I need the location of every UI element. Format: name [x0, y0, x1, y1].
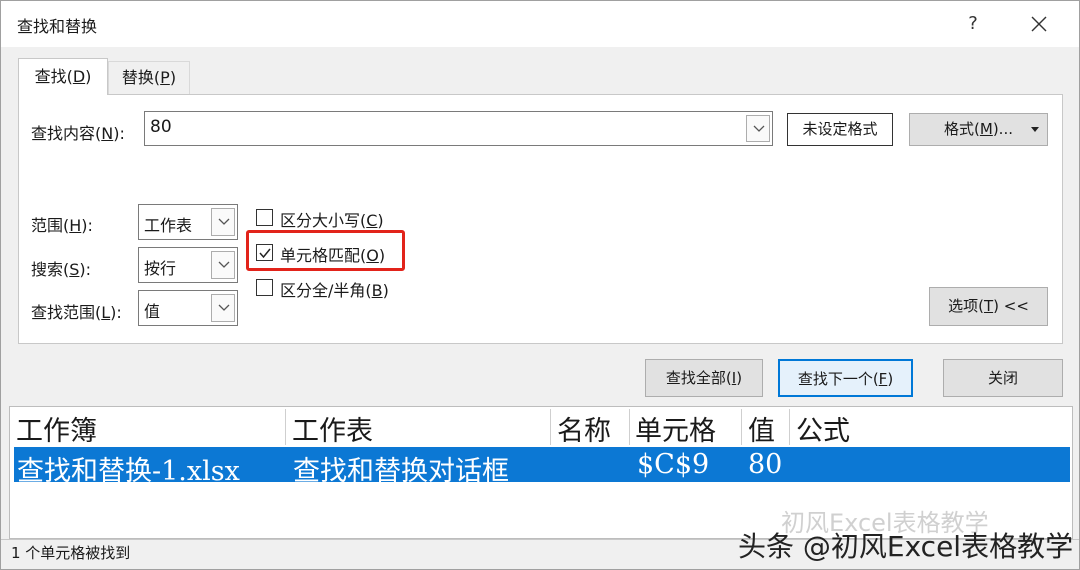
options-button-key: T	[983, 297, 994, 315]
tab-find-end: )	[85, 67, 92, 86]
match-byte-label-text: 区分全/半角(	[280, 281, 372, 300]
match-byte-key: B	[371, 281, 383, 300]
find-all-button[interactable]: 查找全部(I)	[645, 359, 763, 397]
options-button-end: ) <<	[993, 297, 1029, 315]
find-all-end: )	[736, 369, 743, 387]
search-label-text: 搜索(	[31, 260, 70, 279]
column-header-cell[interactable]: 单元格	[635, 409, 716, 448]
dropdown-caret-icon	[1031, 127, 1039, 132]
look-in-label: 查找范围(L):	[31, 299, 122, 323]
format-button[interactable]: 格式(M)...	[909, 113, 1048, 146]
result-sheet: 查找和替换对话框	[293, 456, 509, 487]
watermark: 头条 @初风Excel表格教学	[738, 530, 1074, 563]
column-divider[interactable]	[629, 409, 630, 445]
result-cell: $C$9	[637, 449, 710, 480]
search-label: 搜索(S):	[31, 256, 91, 280]
find-what-input[interactable]: 80	[144, 111, 773, 146]
look-in-label-text: 查找范围(	[31, 303, 102, 322]
look-in-label-end: ):	[110, 303, 122, 322]
tab-replace-key: P	[160, 68, 170, 87]
close-icon	[1031, 16, 1047, 32]
close-button[interactable]: 关闭	[943, 359, 1063, 397]
close-window-button[interactable]	[1019, 10, 1059, 38]
column-header-workbook[interactable]: 工作簿	[16, 409, 97, 448]
find-what-label-text: 查找内容(	[31, 124, 102, 143]
tab-find-key: D	[72, 67, 86, 86]
within-dropdown-button[interactable]	[211, 208, 235, 236]
find-next-button[interactable]: 查找下一个(F)	[778, 359, 913, 397]
chevron-down-icon	[218, 261, 230, 268]
title-bar: 查找和替换 ?	[1, 1, 1079, 47]
status-text: 1 个单元格被找到	[11, 544, 131, 562]
format-button-key: M	[979, 120, 993, 138]
match-case-label-end: )	[377, 211, 384, 230]
search-value: 按行	[144, 259, 177, 278]
options-button-label: 选项(	[948, 297, 984, 315]
chevron-down-icon	[218, 304, 230, 311]
tab-replace-end: )	[169, 68, 177, 87]
look-in-select[interactable]: 值	[138, 290, 238, 326]
chevron-down-icon	[753, 125, 765, 132]
within-label-text: 范围(	[31, 216, 70, 235]
look-in-dropdown-button[interactable]	[211, 294, 235, 322]
within-value: 工作表	[144, 216, 193, 235]
column-header-formula[interactable]: 公式	[796, 409, 850, 448]
column-divider[interactable]	[550, 409, 551, 445]
find-what-key: N	[101, 124, 114, 143]
column-divider[interactable]	[741, 409, 742, 445]
find-what-value: 80	[150, 117, 172, 137]
search-label-end: ):	[79, 260, 92, 279]
tab-replace-label: 替换(	[121, 68, 161, 87]
match-byte-label-end: )	[382, 281, 389, 300]
search-dropdown-button[interactable]	[211, 251, 235, 279]
within-key: H	[69, 216, 82, 235]
match-case-label[interactable]: 区分大小写(C)	[280, 207, 384, 231]
red-highlight-box	[246, 230, 405, 271]
result-workbook: 查找和替换-1.xlsx	[17, 456, 240, 487]
within-label-end: ):	[81, 216, 93, 235]
match-case-checkbox[interactable]	[256, 209, 273, 226]
chevron-down-icon	[218, 218, 230, 225]
options-button[interactable]: 选项(T) <<	[929, 287, 1048, 326]
match-case-key: C	[366, 211, 378, 230]
format-button-label: 格式(	[944, 120, 980, 138]
search-key: S	[69, 260, 80, 279]
within-label: 范围(H):	[31, 212, 93, 236]
find-replace-dialog: 查找和替换 ? 查找(D) 替换(P) 查找内容(N): 80 未设定格式 格式…	[0, 0, 1080, 570]
search-select[interactable]: 按行	[138, 247, 238, 283]
find-what-dropdown-button[interactable]	[746, 115, 770, 142]
format-preview: 未设定格式	[787, 113, 893, 146]
find-next-end: )	[887, 370, 894, 388]
column-divider[interactable]	[285, 409, 286, 445]
result-value: 80	[748, 449, 783, 480]
column-header-value[interactable]: 值	[748, 409, 775, 448]
within-select[interactable]: 工作表	[138, 204, 238, 240]
look-in-key: L	[101, 303, 111, 322]
match-byte-checkbox[interactable]	[256, 279, 273, 296]
window-title: 查找和替换	[17, 17, 98, 36]
find-next-label: 查找下一个(	[797, 370, 879, 388]
column-divider[interactable]	[789, 409, 790, 445]
tab-replace[interactable]: 替换(P)	[108, 61, 190, 95]
tab-find-label: 查找(	[34, 67, 73, 86]
column-header-name[interactable]: 名称	[557, 409, 611, 448]
tab-find[interactable]: 查找(D)	[18, 58, 108, 95]
format-button-end: )...	[992, 120, 1013, 138]
help-button[interactable]: ?	[959, 10, 987, 38]
match-byte-label[interactable]: 区分全/半角(B)	[280, 277, 389, 301]
match-case-label-text: 区分大小写(	[280, 211, 367, 230]
find-what-label: 查找内容(N):	[31, 120, 125, 144]
column-header-sheet[interactable]: 工作表	[292, 409, 373, 448]
look-in-value: 值	[144, 302, 161, 321]
find-all-label: 查找全部(	[665, 369, 732, 387]
find-what-label-end: ):	[113, 124, 125, 143]
